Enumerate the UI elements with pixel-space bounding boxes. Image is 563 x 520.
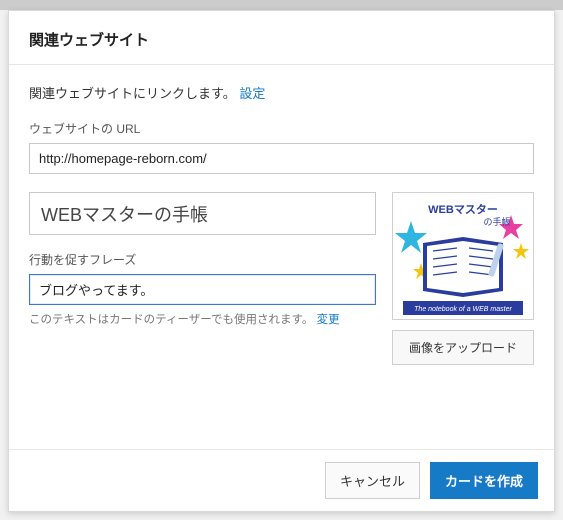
url-field-group: ウェブサイトの URL: [29, 120, 534, 174]
dialog-footer: キャンセル カードを作成: [9, 449, 554, 511]
dialog-body: 関連ウェブサイトにリンクします。 設定 ウェブサイトの URL 行動を促すフレー…: [9, 65, 554, 449]
title-input[interactable]: [29, 192, 376, 235]
change-link[interactable]: 変更: [317, 314, 340, 326]
cancel-button[interactable]: キャンセル: [325, 462, 420, 499]
dialog-title: 関連ウェブサイト: [9, 11, 554, 65]
background-overlay: [0, 0, 563, 10]
url-input[interactable]: [29, 143, 534, 174]
url-label: ウェブサイトの URL: [29, 120, 534, 137]
related-website-dialog: 関連ウェブサイト 関連ウェブサイトにリンクします。 設定 ウェブサイトの URL…: [8, 10, 555, 512]
svg-text:WEBマスター: WEBマスター: [428, 203, 498, 216]
svg-text:の手帳: の手帳: [483, 216, 510, 227]
thumbnail-preview: WEBマスター の手帳 The notebook of a WEB master: [392, 192, 534, 320]
intro-text: 関連ウェブサイトにリンクします。 設定: [29, 83, 534, 102]
upload-image-button[interactable]: 画像をアップロード: [392, 330, 534, 365]
right-column: WEBマスター の手帳 The notebook of a WEB master…: [392, 192, 534, 365]
cta-label: 行動を促すフレーズ: [29, 251, 376, 268]
create-card-button[interactable]: カードを作成: [430, 462, 538, 499]
content-row: 行動を促すフレーズ このテキストはカードのティーザーでも使用されます。 変更: [29, 192, 534, 365]
title-field-group: [29, 192, 376, 235]
cta-input[interactable]: [29, 274, 376, 305]
svg-text:The notebook of a WEB master: The notebook of a WEB master: [414, 306, 512, 313]
helper-text: このテキストはカードのティーザーでも使用されます。 変更: [29, 311, 376, 327]
settings-link[interactable]: 設定: [239, 86, 265, 101]
helper-message: このテキストはカードのティーザーでも使用されます。: [29, 314, 313, 326]
left-column: 行動を促すフレーズ このテキストはカードのティーザーでも使用されます。 変更: [29, 192, 376, 327]
intro-message: 関連ウェブサイトにリンクします。: [29, 86, 236, 101]
cta-field-group: 行動を促すフレーズ: [29, 251, 376, 305]
thumbnail-image: WEBマスター の手帳 The notebook of a WEB master: [393, 193, 533, 319]
